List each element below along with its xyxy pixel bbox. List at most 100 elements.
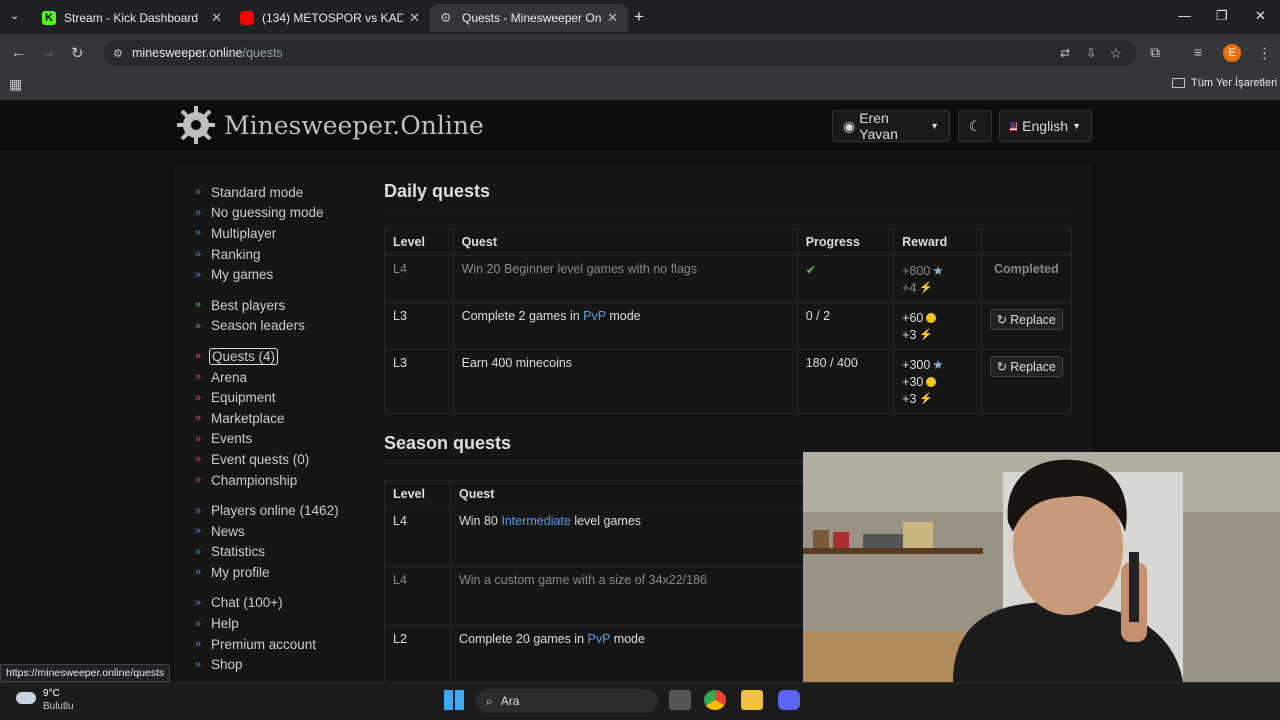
replace-label: Replace xyxy=(1010,359,1056,374)
reload-button[interactable]: ↻ xyxy=(71,44,84,62)
close-icon[interactable]: ✕ xyxy=(211,10,222,26)
sidebar-item[interactable]: » Championship xyxy=(195,470,365,491)
chrome-icon[interactable] xyxy=(704,690,726,710)
address-bar[interactable]: ⚙ minesweeper.online/quests ⇄ ⇩ ☆ xyxy=(104,40,1136,66)
reward-value: +30 xyxy=(902,374,924,389)
maximize-button[interactable]: ❐ xyxy=(1216,8,1228,24)
sidebar-item[interactable]: » Arena xyxy=(195,367,365,388)
chevron-right-icon: » xyxy=(195,371,202,384)
close-icon[interactable]: ✕ xyxy=(607,10,618,26)
tab-quests[interactable]: ⚙ Quests - Minesweeper Online ✕ xyxy=(430,4,628,32)
sidebar-item[interactable]: » Marketplace xyxy=(195,408,365,429)
language-button[interactable]: English ▼ xyxy=(999,110,1092,142)
sidebar-item-label: Quests (4) xyxy=(209,347,279,365)
tab-youtube[interactable]: (134) METOSPOR vs KADİM FUT ✕ xyxy=(230,4,430,32)
sidebar-item-label: Arena xyxy=(211,369,248,385)
media-icon[interactable]: ≡ xyxy=(1194,44,1202,60)
sidebar-item[interactable]: » News xyxy=(195,521,365,542)
apps-icon[interactable]: ▦ xyxy=(9,76,22,93)
refresh-icon: ↻ xyxy=(996,313,1008,327)
tab-search-icon[interactable]: ⌄ xyxy=(10,9,19,22)
nav-gap xyxy=(195,336,365,346)
table-row: L3 Earn 400 minecoins 180 / 400 +300 ★ +30 +3 ⚡… xyxy=(384,349,1073,414)
sidebar-item[interactable]: » Season leaders xyxy=(195,316,365,337)
mine-logo-icon xyxy=(177,106,215,144)
file-explorer-icon[interactable] xyxy=(741,690,763,710)
discord-icon[interactable] xyxy=(778,690,800,710)
menu-icon[interactable]: ⋮ xyxy=(1257,44,1272,62)
close-icon[interactable]: ✕ xyxy=(409,10,420,26)
webcam-image xyxy=(803,452,1280,682)
minimize-button[interactable]: — xyxy=(1178,8,1191,23)
tab-title: Quests - Minesweeper Online xyxy=(462,11,602,25)
sidebar-item[interactable]: » Equipment xyxy=(195,387,365,408)
sidebar-item[interactable]: » Help xyxy=(195,613,365,634)
sidebar-item[interactable]: » Ranking xyxy=(195,244,365,265)
reward-item: +300 ★ xyxy=(902,356,972,373)
dark-mode-toggle[interactable]: ☾ xyxy=(958,110,992,142)
windows-start-icon[interactable] xyxy=(444,690,464,710)
folder-icon xyxy=(1172,78,1185,88)
sidebar-item[interactable]: » My profile xyxy=(195,562,365,583)
user-menu-button[interactable]: ◉ Eren Yavan ▼ xyxy=(832,110,950,142)
sidebar-item[interactable]: » My games xyxy=(195,264,365,285)
sidebar-item-label: Premium account xyxy=(211,636,317,652)
sidebar-item[interactable]: » Events xyxy=(195,429,365,450)
sidebar-item-label: My games xyxy=(211,267,274,283)
sidebar-item[interactable]: » Event quests (0) xyxy=(195,449,365,470)
sidebar-item[interactable]: » Shop xyxy=(195,654,365,675)
reward-value: +800 xyxy=(902,263,931,278)
bookmark-star-icon[interactable]: ☆ xyxy=(1109,45,1122,62)
quest-reward: +800 ★ +4 ⚡ xyxy=(893,255,982,303)
sidebar-item-label: My profile xyxy=(211,564,270,580)
quest-link[interactable]: PvP xyxy=(588,632,611,646)
window-close-button[interactable]: ✕ xyxy=(1255,8,1266,24)
sidebar-item[interactable]: » Best players xyxy=(195,295,365,316)
chevron-right-icon: » xyxy=(195,658,202,671)
moon-icon: ☾ xyxy=(968,117,982,134)
tab-kick[interactable]: K Stream - Kick Dashboard ✕ xyxy=(32,4,232,32)
star-icon: ★ xyxy=(932,358,944,372)
back-button[interactable]: ← xyxy=(11,44,26,61)
sidebar-item[interactable]: » Players online (1462) xyxy=(195,500,365,521)
all-bookmarks-link[interactable]: Tüm Yer İşaretleri xyxy=(1191,77,1277,89)
search-icon: ⌕ xyxy=(486,693,493,708)
sidebar-item[interactable]: » No guessing mode xyxy=(195,203,365,224)
chevron-right-icon: » xyxy=(195,391,202,404)
sidebar-item[interactable]: » Multiplayer xyxy=(195,223,365,244)
sidebar-item[interactable]: » Premium account xyxy=(195,634,365,655)
new-tab-button[interactable]: + xyxy=(634,7,644,27)
translate-icon[interactable]: ⇄ xyxy=(1060,46,1070,60)
site-info-icon[interactable]: ⚙ xyxy=(113,47,123,60)
reward-item: +3 ⚡ xyxy=(902,326,972,343)
site-logo[interactable]: Minesweeper.Online xyxy=(176,105,484,145)
sidebar-item[interactable]: » Quests (4) xyxy=(195,346,365,367)
language-label: English xyxy=(1022,118,1069,134)
quest-link[interactable]: Intermediate xyxy=(501,514,570,528)
daily-quests-title: Daily quests xyxy=(384,181,491,201)
nav-gap xyxy=(195,285,365,295)
taskbar-search[interactable]: ⌕ Ara xyxy=(476,689,658,713)
forward-button[interactable]: → xyxy=(41,44,56,61)
sidebar-item-label: Equipment xyxy=(211,390,276,406)
weather-icon[interactable] xyxy=(16,692,36,704)
sidebar-item-label: Statistics xyxy=(211,544,266,560)
sidebar-item[interactable]: » Standard mode xyxy=(195,182,365,203)
quest-link[interactable]: PvP xyxy=(583,309,606,323)
replace-button[interactable]: ↻ Replace xyxy=(989,356,1063,377)
column-header: Level xyxy=(384,228,454,256)
reward-item: +800 ★ xyxy=(902,262,972,279)
profile-avatar[interactable]: E xyxy=(1223,44,1241,62)
chevron-right-icon: » xyxy=(195,566,202,579)
replace-button[interactable]: ↻ Replace xyxy=(989,309,1063,330)
chevron-right-icon: » xyxy=(195,474,202,487)
sidebar-item[interactable]: » Chat (100+) xyxy=(195,593,365,614)
divider xyxy=(384,211,1072,212)
gear-icon: ⚙ xyxy=(440,10,452,25)
sidebar-item-label: Shop xyxy=(211,657,243,673)
task-view-icon[interactable] xyxy=(669,690,691,710)
extensions-icon[interactable]: ⧉ xyxy=(1150,44,1160,61)
install-icon[interactable]: ⇩ xyxy=(1086,46,1096,60)
sidebar-item[interactable]: » Statistics xyxy=(195,542,365,563)
sidebar-item-label: Season leaders xyxy=(211,318,305,334)
